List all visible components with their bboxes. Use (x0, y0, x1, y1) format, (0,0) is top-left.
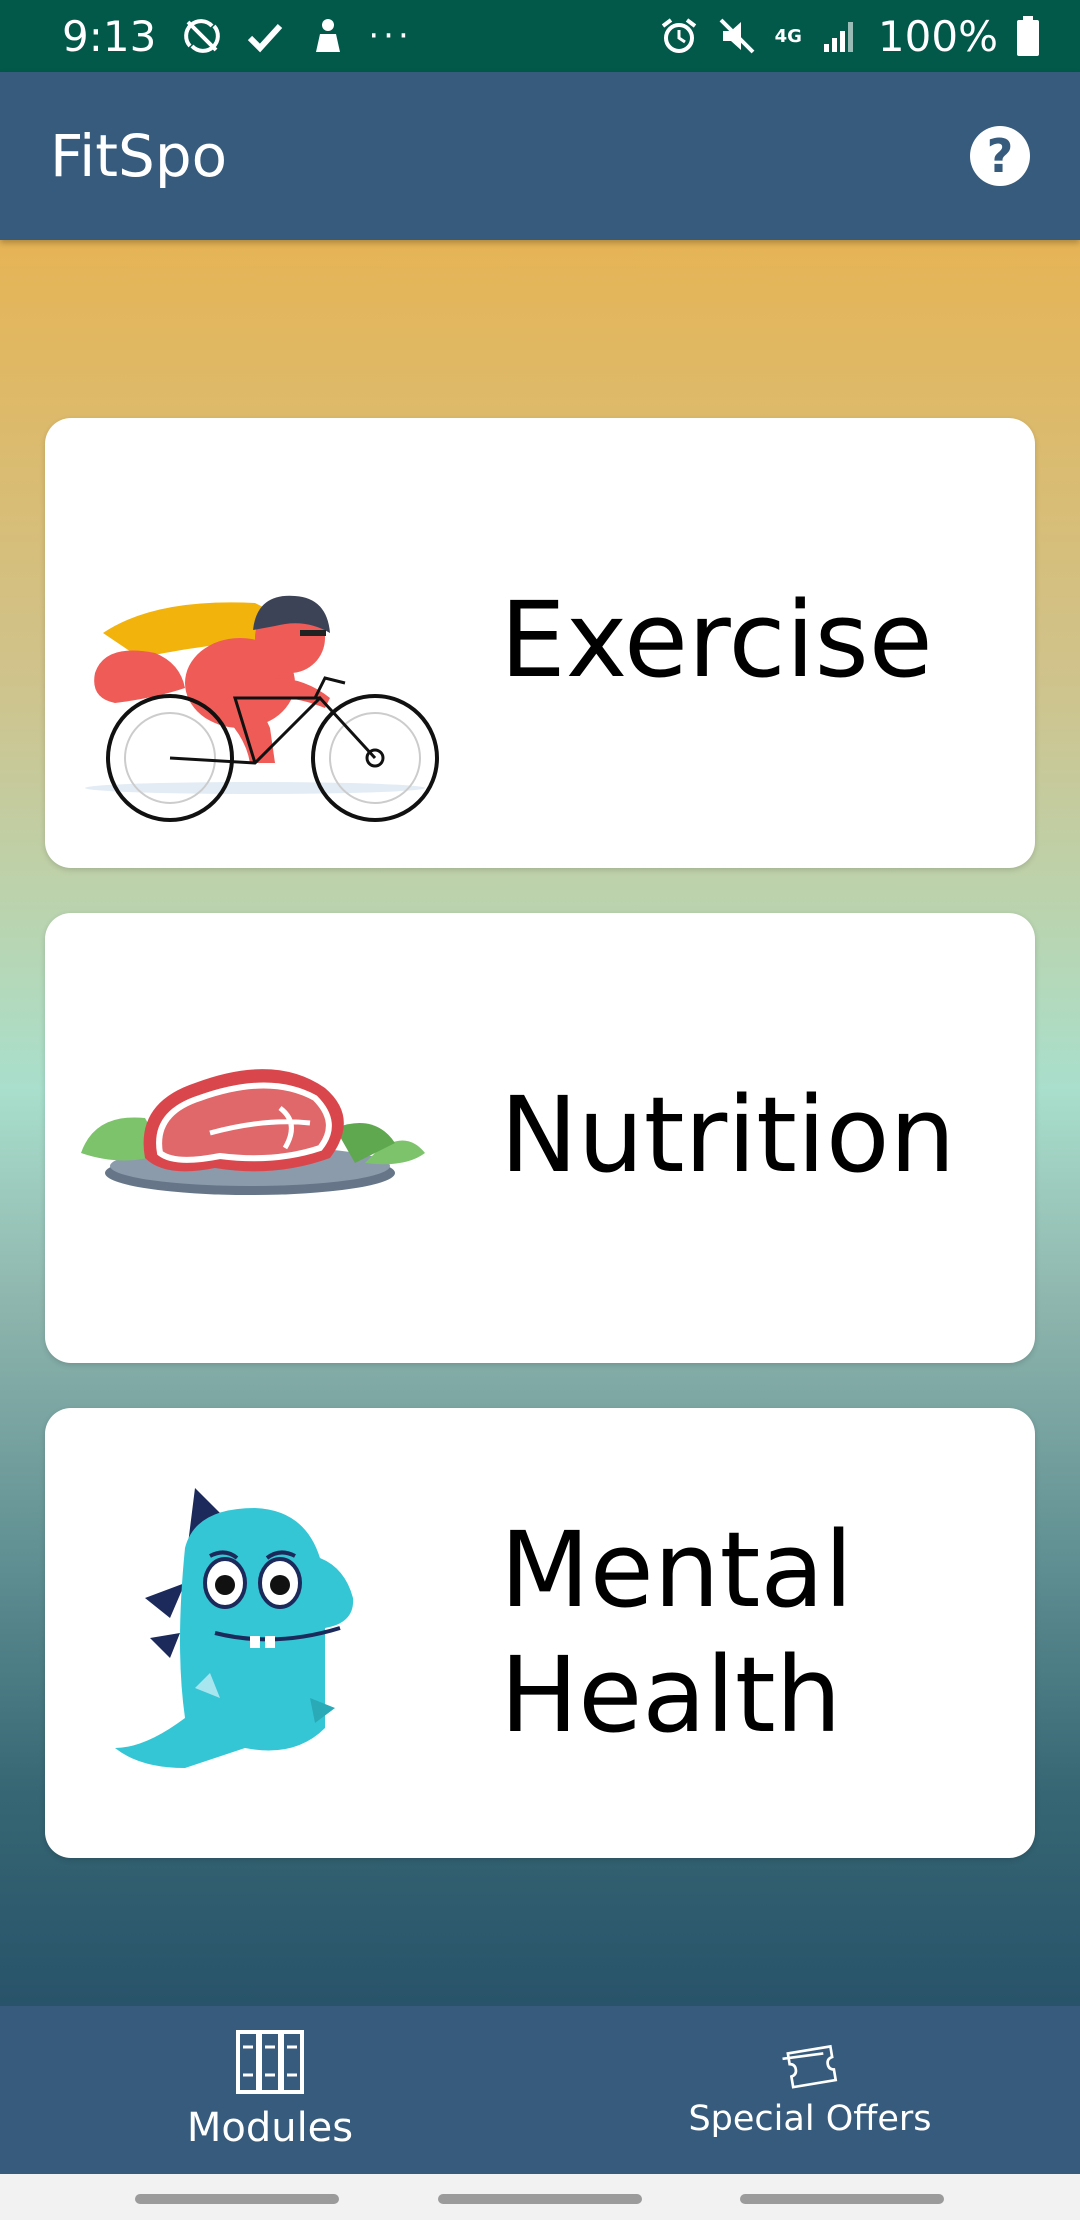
help-icon: ? (986, 129, 1014, 183)
exercise-card[interactable]: Exercise (45, 418, 1035, 868)
help-button[interactable]: ? (970, 126, 1030, 186)
exercise-label: Exercise (500, 579, 933, 701)
network-type-icon: 4G (774, 25, 802, 47)
gesture-pill-left[interactable] (135, 2194, 339, 2204)
sync-off-icon (184, 19, 221, 53)
books-icon (236, 2030, 304, 2094)
app-title: FitSpo (50, 122, 228, 190)
battery-icon (1017, 16, 1039, 56)
signal-icon (823, 22, 853, 52)
steak-plate-illustration (81, 1069, 425, 1195)
nutrition-card[interactable]: Nutrition (45, 913, 1035, 1363)
mental-health-label-line1: Mental (500, 1509, 854, 1631)
gesture-pill-right[interactable] (740, 2194, 944, 2204)
check-icon (248, 23, 283, 53)
mental-health-label-line2: Health (500, 1633, 842, 1756)
nav-modules-label: Modules (186, 2105, 354, 2151)
dinosaur-illustration (115, 1488, 354, 1768)
app-bar: FitSpo ? (0, 72, 1080, 240)
gesture-pill-center[interactable] (438, 2194, 642, 2204)
mental-health-card[interactable]: Mental Health (45, 1408, 1035, 1858)
battery-percent: 100% (877, 11, 998, 61)
bottom-navigation: Modules Special Offers (0, 2006, 1080, 2174)
alarm-icon (661, 18, 696, 53)
nutrition-label: Nutrition (500, 1074, 956, 1196)
ticket-icon (782, 2044, 838, 2089)
mental-health-label: Mental Health (500, 1508, 853, 1758)
mute-icon (719, 18, 755, 54)
more-notifications-icon: ··· (368, 16, 413, 56)
system-gesture-bar (0, 2174, 1080, 2220)
notification-figure-icon (316, 19, 341, 52)
nav-special-offers-label: Special Offers (688, 2099, 932, 2139)
nav-modules[interactable]: Modules (0, 2006, 540, 2174)
status-time: 9:13 (62, 11, 157, 61)
nav-special-offers[interactable]: Special Offers (540, 2006, 1080, 2174)
status-bar: 9:13 ··· 4G 100% (0, 0, 1080, 72)
cyclist-illustration (85, 595, 439, 822)
modules-content: Exercise Nutrition Mental Health (0, 240, 1080, 2006)
